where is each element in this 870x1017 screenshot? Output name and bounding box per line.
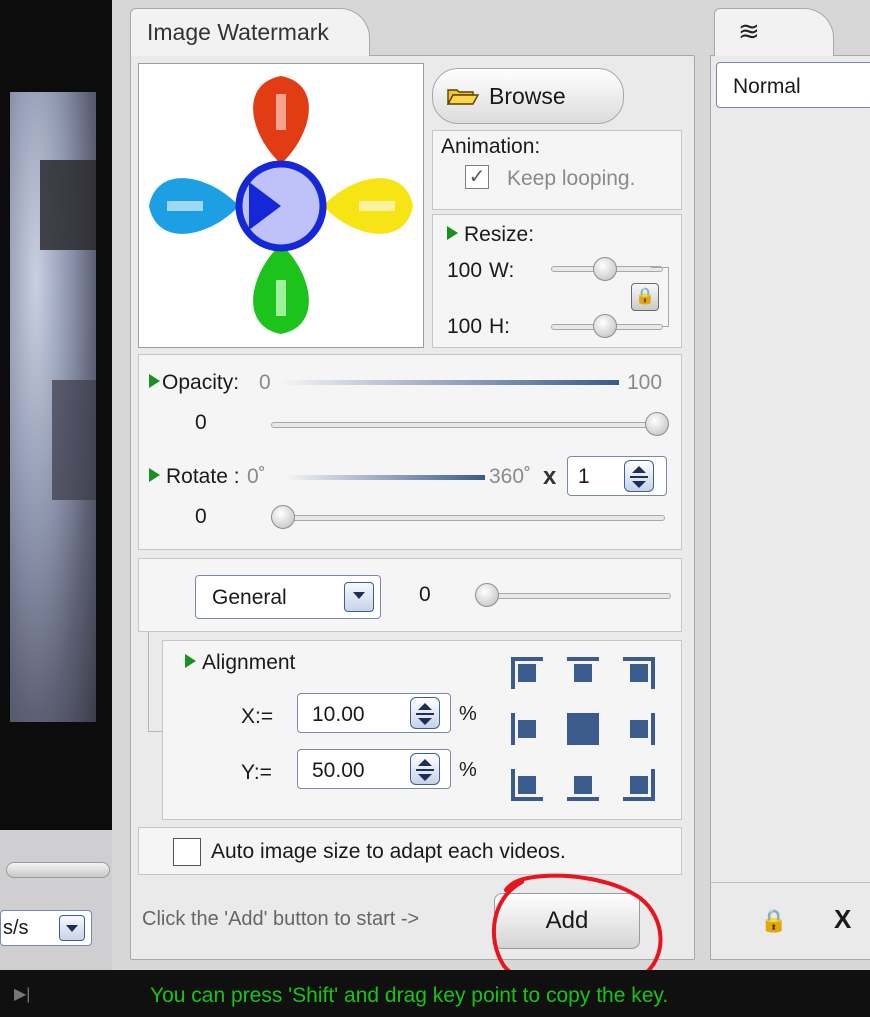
- x-label: X:=: [241, 705, 274, 728]
- rotate-times-sign: x: [543, 463, 557, 490]
- height-label: H:: [489, 315, 510, 338]
- speed-select[interactable]: s/s: [0, 910, 92, 946]
- expand-icon: [447, 226, 458, 240]
- effect-value: 0: [419, 583, 431, 606]
- spin-icon[interactable]: [410, 697, 440, 729]
- opacity-label: Opacity:: [149, 371, 239, 395]
- opacity-slider-knob[interactable]: [645, 412, 669, 436]
- expand-icon: [185, 654, 196, 668]
- folder-icon: [447, 89, 479, 105]
- rotate-slider-knob[interactable]: [271, 505, 295, 529]
- opacity-value: 0: [195, 411, 207, 434]
- height-value: 100: [447, 315, 483, 338]
- lock-icon[interactable]: 🔒: [631, 283, 659, 311]
- rotate-value: 0: [195, 505, 207, 528]
- alignment-grid: [507, 653, 659, 805]
- play-icon[interactable]: ▶|: [14, 984, 36, 1003]
- align-top-right-icon[interactable]: [619, 653, 659, 693]
- rotate-count-value[interactable]: 1: [578, 465, 590, 489]
- width-slider-knob[interactable]: [593, 257, 617, 281]
- effect-group: General 0: [138, 558, 682, 632]
- effect-select[interactable]: General: [195, 575, 381, 619]
- spin-icon[interactable]: [410, 753, 440, 785]
- align-middle-left-icon[interactable]: [507, 709, 547, 749]
- opacity-rotate-group: Opacity: 0 100 0 Rotate : 0˚ 360˚ x 1 0: [138, 354, 682, 550]
- y-position-stepper[interactable]: 50.00: [297, 749, 451, 789]
- dropdown-arrow-icon[interactable]: [344, 582, 374, 612]
- auto-size-label: Auto image size to adapt each videos.: [211, 840, 566, 863]
- rotate-max: 360˚: [489, 465, 532, 488]
- alignment-label: Alignment: [185, 651, 295, 675]
- blend-mode-select[interactable]: Normal: [716, 62, 870, 108]
- tab-layers[interactable]: [714, 8, 834, 56]
- video-shadow: [52, 380, 96, 500]
- width-label: W:: [489, 259, 515, 282]
- y-unit: %: [459, 759, 477, 781]
- width-value: 100: [447, 259, 483, 282]
- video-shadow: [40, 160, 96, 250]
- rotate-min: 0˚: [247, 465, 266, 488]
- auto-size-checkbox[interactable]: [173, 838, 201, 866]
- expand-icon: [149, 374, 160, 388]
- x-position-value[interactable]: 10.00: [312, 703, 365, 727]
- align-bottom-center-icon[interactable]: [563, 765, 603, 805]
- x-unit: %: [459, 703, 477, 725]
- opacity-max: 100: [627, 371, 663, 394]
- animation-label: Animation:: [441, 135, 541, 158]
- rotate-slider[interactable]: [271, 515, 665, 521]
- dropdown-arrow-icon[interactable]: [59, 915, 85, 941]
- keep-looping-checkbox[interactable]: ✓: [465, 165, 489, 189]
- layers-icon: ≋: [738, 16, 760, 46]
- resize-label: Resize:: [447, 223, 534, 247]
- speed-select-value: s/s: [3, 917, 29, 939]
- resize-group: Resize: 100 W: 🔒 100 H:: [432, 214, 682, 348]
- spin-icon[interactable]: [624, 460, 654, 492]
- lock-icon[interactable]: 🔒: [760, 908, 787, 934]
- watermark-logo-image: [149, 76, 413, 334]
- keep-looping-label: Keep looping.: [507, 167, 636, 190]
- add-hint-text: Click the 'Add' button to start ->: [142, 908, 420, 930]
- browse-button[interactable]: Browse: [432, 68, 624, 124]
- timeline-scrollbar[interactable]: [6, 862, 110, 878]
- opacity-min: 0: [259, 371, 271, 394]
- animation-group: Animation: ✓ Keep looping.: [432, 130, 682, 210]
- browse-label: Browse: [489, 83, 566, 109]
- x-position-stepper[interactable]: 10.00: [297, 693, 451, 733]
- height-slider-knob[interactable]: [593, 314, 617, 338]
- effect-slider-knob[interactable]: [475, 583, 499, 607]
- align-top-left-icon[interactable]: [507, 653, 547, 693]
- y-label: Y:=: [241, 761, 272, 784]
- opacity-slider[interactable]: [271, 422, 669, 428]
- rotate-gradient: [285, 475, 485, 480]
- effect-select-value: General: [212, 586, 287, 609]
- align-top-center-icon[interactable]: [563, 653, 603, 693]
- align-center-icon[interactable]: [563, 709, 603, 749]
- tab-image-watermark[interactable]: Image Watermark: [130, 8, 370, 56]
- align-middle-right-icon[interactable]: [619, 709, 659, 749]
- rotate-count-stepper[interactable]: 1: [567, 456, 667, 496]
- right-panel-body: [710, 55, 870, 960]
- rotate-label: Rotate :: [149, 465, 240, 489]
- divider: [710, 882, 870, 883]
- timeline-area: [0, 830, 112, 970]
- align-bottom-right-icon[interactable]: [619, 765, 659, 805]
- delete-button[interactable]: X: [834, 904, 851, 935]
- effect-slider[interactable]: [479, 593, 671, 599]
- watermark-image-preview: [138, 63, 424, 348]
- status-hint: You can press 'Shift' and drag key point…: [150, 984, 669, 1007]
- align-bottom-left-icon[interactable]: [507, 765, 547, 805]
- expand-icon: [149, 468, 160, 482]
- y-position-value[interactable]: 50.00: [312, 759, 365, 783]
- opacity-gradient: [279, 380, 619, 385]
- alignment-group: Alignment X:= 10.00 % Y:= 50.00 %: [162, 640, 682, 820]
